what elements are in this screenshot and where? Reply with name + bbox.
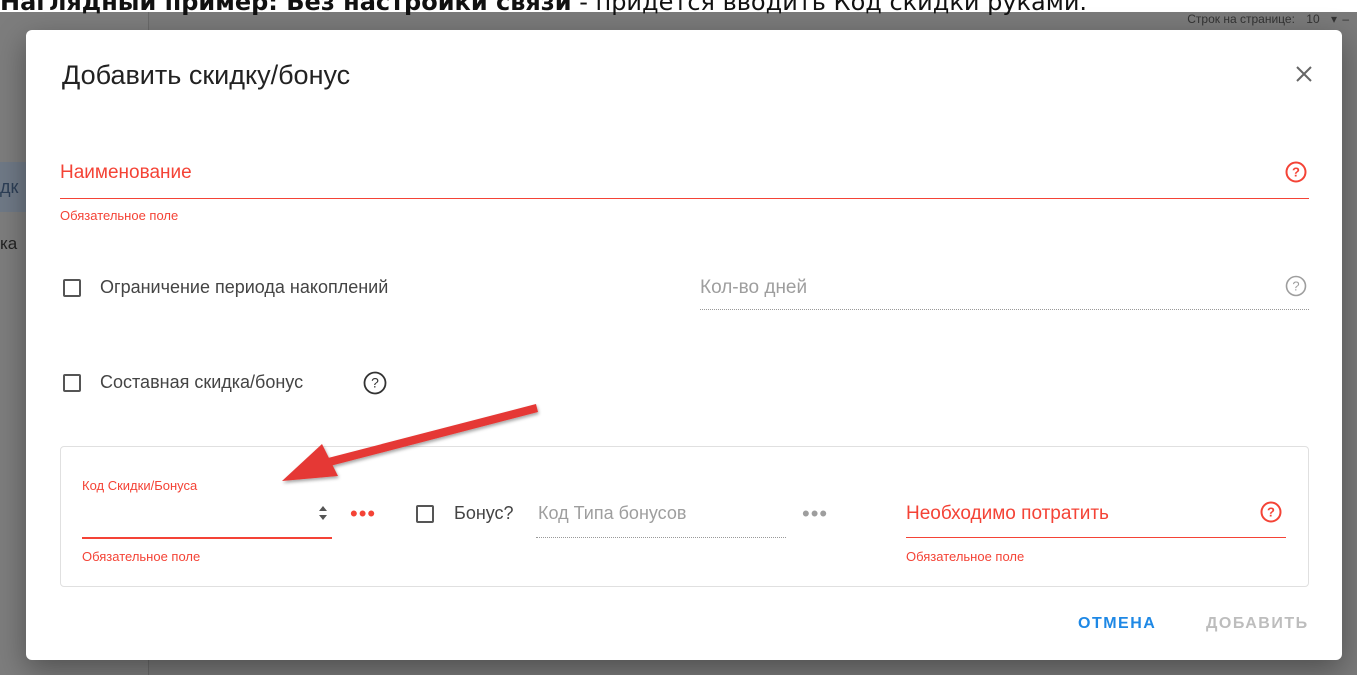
days-count-placeholder: Кол-во дней — [700, 277, 808, 298]
bonus-checkbox[interactable] — [416, 505, 434, 523]
add-button[interactable]: ДОБАВИТЬ — [1206, 615, 1309, 633]
bonus-type-placeholder: Код Типа бонусов — [538, 503, 687, 523]
rows-per-page: Строк на странице: 10 ▾ — [1179, 12, 1337, 26]
more-icon[interactable]: ••• — [802, 503, 828, 525]
name-field[interactable]: Наименование ? — [60, 148, 1309, 199]
bonus-label: Бонус? — [454, 503, 514, 523]
more-icon[interactable]: ••• — [350, 503, 376, 525]
limit-period-label: Ограничение периода накоплений — [100, 277, 389, 297]
help-icon[interactable]: ? — [363, 371, 387, 395]
cancel-button[interactable]: ОТМЕНА — [1078, 615, 1156, 633]
svg-text:?: ? — [1267, 505, 1275, 520]
discount-code-input[interactable] — [82, 495, 332, 539]
name-field-error: Обязательное поле — [60, 208, 179, 223]
spend-field-error: Обязательное поле — [906, 549, 1025, 564]
days-count-field[interactable]: Кол-во дней ? — [700, 265, 1309, 310]
chevron-down-icon[interactable]: ▾ — [1331, 12, 1337, 26]
svg-text:?: ? — [371, 375, 379, 391]
discount-code-card: Код Скидки/Бонуса ••• Обязательное поле … — [60, 446, 1309, 587]
composite-label: Составная скидка/бонус — [100, 372, 304, 392]
code-field-label: Код Скидки/Бонуса — [82, 478, 198, 493]
spinner-icon[interactable] — [318, 503, 328, 523]
background-fragment: ка — [0, 234, 18, 253]
limit-period-checkbox[interactable] — [63, 279, 81, 297]
name-field-label: Наименование — [60, 162, 192, 183]
help-icon[interactable]: ? — [1285, 275, 1307, 297]
rows-per-page-label: Строк на странице: — [1187, 12, 1295, 26]
code-field-error: Обязательное поле — [82, 549, 201, 564]
help-icon[interactable]: ? — [1285, 161, 1307, 183]
composite-checkbox[interactable] — [63, 374, 81, 392]
screenshot-caption: Наглядный пример: Без настройки связи - … — [0, 0, 1087, 16]
add-discount-dialog: Добавить скидку/бонус Наименование ? Обя… — [26, 30, 1342, 660]
spend-field-label: Необходимо потратить — [906, 503, 1109, 524]
close-icon[interactable] — [1294, 64, 1314, 84]
background-dash: – — [1342, 12, 1349, 26]
caption-rest: - придется вводить Код скидки руками. — [571, 0, 1088, 16]
svg-text:?: ? — [1292, 279, 1299, 294]
dialog-title: Добавить скидку/бонус — [62, 60, 351, 90]
spend-amount-field[interactable]: Необходимо потратить ? — [906, 495, 1286, 538]
caption-bold: Наглядный пример: Без настройки связи — [0, 0, 572, 16]
help-icon[interactable]: ? — [1260, 501, 1282, 523]
background-fragment: дк — [0, 162, 28, 212]
svg-text:?: ? — [1292, 165, 1300, 180]
bonus-type-field[interactable]: Код Типа бонусов — [536, 495, 786, 538]
rows-per-page-value[interactable]: 10 — [1306, 12, 1319, 26]
